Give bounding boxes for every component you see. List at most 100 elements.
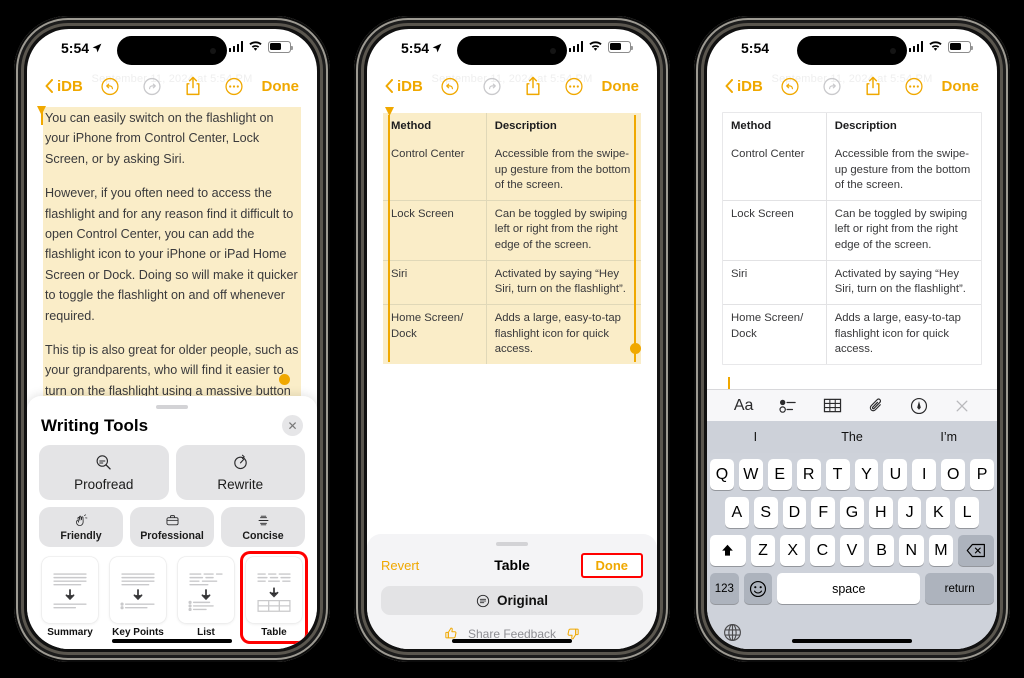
key-q[interactable]: Q — [709, 459, 734, 490]
generated-table: Method Description Control Center Accessi… — [383, 113, 641, 364]
redo-icon[interactable] — [823, 77, 842, 96]
concise-button[interactable]: Concise — [221, 507, 305, 547]
key-r[interactable]: R — [796, 459, 821, 490]
checklist-icon[interactable] — [779, 398, 797, 414]
status-bar-time-group: 5:54 — [61, 40, 102, 56]
list-label: List — [197, 627, 215, 638]
back-button[interactable]: iDB — [385, 78, 423, 95]
key-g[interactable]: G — [840, 497, 864, 528]
key-o[interactable]: O — [941, 459, 966, 490]
key-y[interactable]: Y — [854, 459, 879, 490]
shift-up-arrow-icon[interactable] — [710, 535, 746, 566]
key-e[interactable]: E — [767, 459, 792, 490]
home-indicator — [112, 638, 232, 643]
format-summary[interactable]: Summary — [39, 554, 101, 641]
close-keyboard-icon[interactable] — [954, 398, 970, 414]
rewrite-button[interactable]: Rewrite — [175, 445, 305, 500]
key-w[interactable]: W — [738, 459, 763, 490]
attachment-paperclip-icon[interactable] — [868, 397, 885, 415]
return-key[interactable]: return — [925, 573, 994, 604]
format-table[interactable]: Table — [243, 554, 305, 641]
key-i[interactable]: I — [912, 459, 937, 490]
professional-button[interactable]: Professional — [130, 507, 214, 547]
backspace-delete-icon[interactable] — [958, 535, 994, 566]
key-k[interactable]: K — [926, 497, 951, 528]
table-row: Lock Screen Can be toggled by swiping lef… — [723, 200, 981, 261]
key-z[interactable]: Z — [750, 535, 776, 566]
cellular-bars-icon — [568, 41, 583, 53]
sheet-grabber[interactable] — [496, 542, 528, 546]
redo-icon[interactable] — [143, 77, 162, 96]
key-a[interactable]: A — [724, 497, 749, 528]
more-ellipsis-icon[interactable] — [565, 77, 584, 96]
key-d[interactable]: D — [782, 497, 807, 528]
key-c[interactable]: C — [810, 535, 835, 566]
globe-language-icon[interactable] — [723, 623, 742, 642]
key-h[interactable]: H — [868, 497, 893, 528]
original-button[interactable]: Original — [381, 586, 643, 615]
result-done-button[interactable]: Done — [580, 552, 643, 578]
key-u[interactable]: U — [883, 459, 908, 490]
format-key-points[interactable]: Key Points — [107, 554, 169, 641]
key-m[interactable]: M — [928, 535, 954, 566]
emoji-smiley-icon[interactable] — [743, 573, 773, 604]
key-l[interactable]: L — [955, 497, 980, 528]
table-cell-description: Adds a large, easy-to-tap flashlight ico… — [485, 304, 641, 364]
table-row: Control Center Accessible from the swipe-… — [383, 141, 641, 201]
key-x[interactable]: X — [780, 535, 806, 566]
key-f[interactable]: F — [811, 497, 836, 528]
battery-icon — [268, 41, 293, 53]
keyboard-row-4: 123 space return — [710, 573, 994, 604]
selection-end-handle[interactable] — [630, 343, 641, 354]
space-key[interactable]: space — [777, 573, 921, 604]
note-body[interactable]: You can easily switch on the flashlight … — [27, 103, 317, 443]
back-button[interactable]: iDB — [725, 78, 763, 95]
done-button[interactable]: Done — [602, 78, 640, 95]
prediction-1[interactable]: I — [707, 430, 804, 444]
done-button[interactable]: Done — [262, 78, 300, 95]
markup-pen-icon[interactable] — [910, 397, 928, 415]
done-button[interactable]: Done — [942, 78, 980, 95]
key-j[interactable]: J — [897, 497, 922, 528]
back-button[interactable]: iDB — [45, 78, 83, 95]
redo-icon[interactable] — [483, 77, 502, 96]
key-b[interactable]: B — [869, 535, 894, 566]
more-ellipsis-icon[interactable] — [225, 77, 244, 96]
key-v[interactable]: V — [839, 535, 865, 566]
numbers-key[interactable]: 123 — [710, 573, 739, 604]
note-table-region[interactable]: Method Description Control Center Accessi… — [707, 103, 997, 395]
undo-icon[interactable] — [781, 77, 800, 96]
key-p[interactable]: P — [970, 459, 995, 490]
more-ellipsis-icon[interactable] — [905, 77, 924, 96]
friendly-button[interactable]: Friendly — [39, 507, 123, 547]
close-x-icon[interactable]: ✕ — [282, 415, 303, 436]
undo-icon[interactable] — [441, 77, 460, 96]
prediction-2[interactable]: The — [804, 430, 901, 444]
nav-bar: September 11, 2024 at 5:54 PM iDB Done — [707, 69, 997, 103]
table-icon[interactable] — [823, 397, 842, 414]
key-t[interactable]: T — [825, 459, 850, 490]
back-label: iDB — [737, 77, 763, 95]
sheet-grabber[interactable] — [156, 405, 188, 409]
revert-button[interactable]: Revert — [381, 558, 419, 573]
table-selection-left-edge — [388, 115, 391, 362]
share-icon[interactable] — [185, 76, 202, 96]
share-icon[interactable] — [525, 76, 542, 96]
share-icon[interactable] — [865, 76, 882, 96]
table-cell-method: Lock Screen — [723, 200, 827, 261]
format-list[interactable]: List — [175, 554, 237, 641]
keyboard-bottom-row — [707, 615, 997, 649]
nav-bar: September 11, 2024 at 5:54 PM iDB Done — [27, 69, 317, 103]
prediction-3[interactable]: I’m — [900, 430, 997, 444]
proofread-button[interactable]: Proofread — [39, 445, 169, 500]
generated-table-region[interactable]: Method Description Control Center Accessi… — [367, 103, 657, 364]
status-bar-time-group: 5:54 — [741, 40, 769, 56]
selection-end-handle[interactable] — [279, 374, 290, 385]
friendly-hand-wave-icon — [75, 513, 87, 526]
table-selection-right-edge — [633, 115, 636, 362]
key-s[interactable]: S — [753, 497, 778, 528]
nav-bar: September 11, 2024 at 5:54 PM iDB Done — [367, 69, 657, 103]
key-n[interactable]: N — [898, 535, 924, 566]
format-aa-icon[interactable]: Aa — [734, 397, 754, 415]
undo-icon[interactable] — [101, 77, 120, 96]
